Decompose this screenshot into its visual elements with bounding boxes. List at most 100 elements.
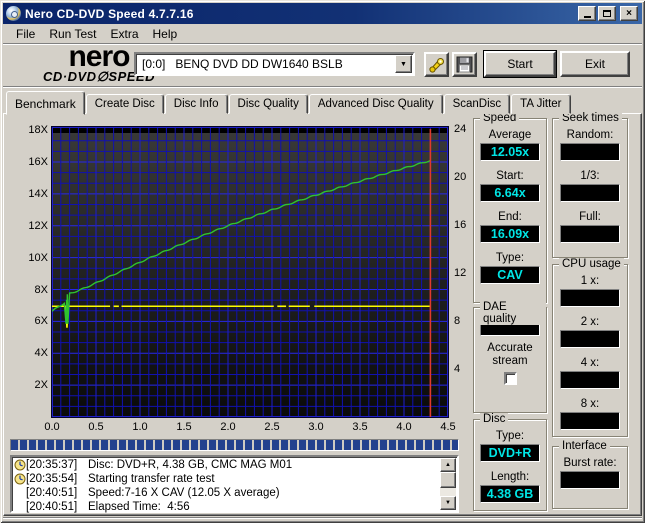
close-button[interactable]: × bbox=[620, 6, 638, 21]
cpu-usage-title: CPU usage bbox=[559, 258, 624, 270]
start-label: Start: bbox=[496, 170, 524, 182]
title-bar[interactable]: Nero CD-DVD Speed 4.7.7.16 × bbox=[3, 3, 642, 24]
disc-length-label: Length: bbox=[490, 471, 530, 483]
cpu-2x-label: 2 x: bbox=[580, 316, 600, 328]
third-seek-value bbox=[560, 184, 620, 202]
start-button[interactable]: Start bbox=[483, 50, 557, 78]
transfer-rate-plot bbox=[52, 127, 448, 417]
tab-benchmark[interactable]: Benchmark bbox=[6, 91, 85, 115]
disc-panel: Disc Type: DVD+R Length: 4.38 GB bbox=[473, 413, 547, 511]
average-label: Average bbox=[488, 129, 532, 141]
chevron-down-icon: ▼ bbox=[400, 60, 407, 68]
settings-button[interactable] bbox=[424, 52, 449, 77]
disc-type-label: Type: bbox=[495, 430, 525, 442]
x-axis-tick: 4.5 bbox=[440, 421, 456, 433]
x-axis-tick: 3.5 bbox=[352, 421, 368, 433]
average-speed-value: 12.05x bbox=[480, 143, 540, 161]
minimize-button[interactable] bbox=[578, 6, 596, 21]
drive-selector-combo[interactable]: [0:0] BENQ DVD DD DW1640 BSLB ▼ bbox=[134, 52, 415, 76]
log-scrollbar[interactable]: ▲ ▼ bbox=[440, 458, 456, 510]
x-axis-tick: 0.0 bbox=[44, 421, 60, 433]
maximize-button[interactable] bbox=[598, 6, 616, 21]
dae-quality-title: DAE quality bbox=[480, 301, 546, 325]
x-axis-tick: 2.0 bbox=[220, 421, 236, 433]
random-seek-value bbox=[560, 143, 620, 161]
tab-strip: Benchmark Create Disc Disc Info Disc Qua… bbox=[6, 90, 572, 115]
random-seek-label: Random: bbox=[566, 129, 614, 141]
cpu-1x-value bbox=[560, 289, 620, 307]
close-icon: × bbox=[626, 7, 632, 19]
app-window: Nero CD-DVD Speed 4.7.7.16 × File Run Te… bbox=[0, 0, 645, 523]
log-message: Speed:7-16 X CAV (12.05 X average) bbox=[88, 486, 280, 499]
speed-type-value: CAV bbox=[480, 266, 540, 284]
y-axis-left-tick: 12X bbox=[28, 219, 48, 232]
wrench-keys-icon bbox=[428, 57, 444, 73]
tab-scandisc[interactable]: ScanDisc bbox=[443, 94, 511, 114]
arrow-up-icon: ▲ bbox=[445, 462, 451, 468]
tab-advanced-disc-quality[interactable]: Advanced Disc Quality bbox=[308, 94, 443, 114]
menu-file[interactable]: File bbox=[9, 25, 42, 43]
scroll-down-button[interactable]: ▼ bbox=[440, 496, 456, 510]
maximize-icon bbox=[603, 10, 611, 17]
x-axis-tick: 3.0 bbox=[308, 421, 324, 433]
tab-ta-jitter[interactable]: TA Jitter bbox=[511, 94, 571, 114]
full-seek-label: Full: bbox=[579, 211, 601, 223]
test-progress-bar bbox=[10, 439, 459, 451]
start-button-label: Start bbox=[507, 57, 533, 71]
log-row: [20:40:51] Elapsed Time: 4:56 bbox=[12, 500, 457, 513]
x-axis-tick: 1.5 bbox=[176, 421, 192, 433]
end-label: End: bbox=[498, 211, 522, 223]
scroll-up-button[interactable]: ▲ bbox=[440, 458, 456, 472]
tab-disc-quality[interactable]: Disc Quality bbox=[228, 94, 308, 114]
type-label: Type: bbox=[495, 252, 525, 264]
dae-quality-panel: DAE quality Accurate stream bbox=[473, 301, 547, 413]
start-speed-value: 6.64x bbox=[480, 184, 540, 202]
x-axis-tick: 0.5 bbox=[88, 421, 104, 433]
log-timestamp: [20:35:54] bbox=[26, 472, 78, 485]
log-row: [20:40:51] Speed:7-16 X CAV (12.05 X ave… bbox=[12, 486, 457, 499]
scrollbar-thumb[interactable] bbox=[440, 472, 456, 488]
minimize-icon bbox=[583, 16, 591, 18]
end-speed-value: 16.09x bbox=[480, 225, 540, 243]
status-bar bbox=[3, 517, 642, 519]
log-row: [20:35:54] Starting transfer rate test bbox=[12, 472, 457, 485]
y-axis-left-tick: 14X bbox=[28, 187, 48, 200]
y-axis-left-tick: 8X bbox=[34, 283, 48, 296]
cpu-usage-panel: CPU usage 1 x: 2 x: 4 x: 8 x: bbox=[552, 258, 628, 437]
cpu-4x-label: 4 x: bbox=[580, 357, 600, 369]
burst-rate-label: Burst rate: bbox=[563, 457, 617, 469]
y-axis-left-tick: 10X bbox=[28, 251, 48, 264]
cpu-1x-label: 1 x: bbox=[580, 275, 600, 287]
tab-disc-info[interactable]: Disc Info bbox=[164, 94, 228, 114]
clock-icon bbox=[14, 459, 26, 470]
tab-create-disc[interactable]: Create Disc bbox=[85, 94, 164, 114]
accurate-stream-checkbox[interactable] bbox=[503, 372, 517, 385]
separator bbox=[3, 86, 642, 88]
drive-selector-value: [0:0] BENQ DVD DD DW1640 BSLB bbox=[142, 57, 343, 71]
app-cd-icon bbox=[6, 6, 21, 21]
interface-panel: Interface Burst rate: bbox=[552, 440, 628, 509]
cpu-2x-value bbox=[560, 330, 620, 348]
log-message: Starting transfer rate test bbox=[88, 472, 215, 485]
exit-button[interactable]: Exit bbox=[560, 51, 630, 77]
save-button[interactable] bbox=[452, 52, 477, 77]
combo-dropdown-button[interactable]: ▼ bbox=[395, 55, 412, 73]
burst-rate-value bbox=[560, 471, 620, 489]
menu-help[interactable]: Help bbox=[146, 25, 185, 43]
y-axis-left-tick: 16X bbox=[28, 156, 48, 169]
disc-length-value: 4.38 GB bbox=[480, 485, 540, 503]
log-row: [20:35:37] Disc: DVD+R, 4.38 GB, CMC MAG… bbox=[12, 458, 457, 471]
y-axis-left-tick: 6X bbox=[34, 315, 48, 328]
log-box[interactable]: [20:35:37] Disc: DVD+R, 4.38 GB, CMC MAG… bbox=[10, 455, 459, 513]
x-axis-tick: 1.0 bbox=[132, 421, 148, 433]
log-timestamp: [20:35:37] bbox=[26, 458, 78, 471]
arrow-down-icon: ▼ bbox=[445, 500, 451, 506]
full-seek-value bbox=[560, 225, 620, 243]
window-title: Nero CD-DVD Speed 4.7.7.16 bbox=[25, 6, 194, 21]
cpu-8x-label: 8 x: bbox=[580, 398, 600, 410]
benchmark-chart bbox=[51, 126, 449, 418]
accurate-stream-label: Accurate stream bbox=[487, 342, 533, 367]
speed-panel: Speed Average 12.05x Start: 6.64x End: 1… bbox=[473, 112, 547, 303]
third-seek-label: 1/3: bbox=[580, 170, 600, 182]
save-icon bbox=[456, 56, 473, 73]
